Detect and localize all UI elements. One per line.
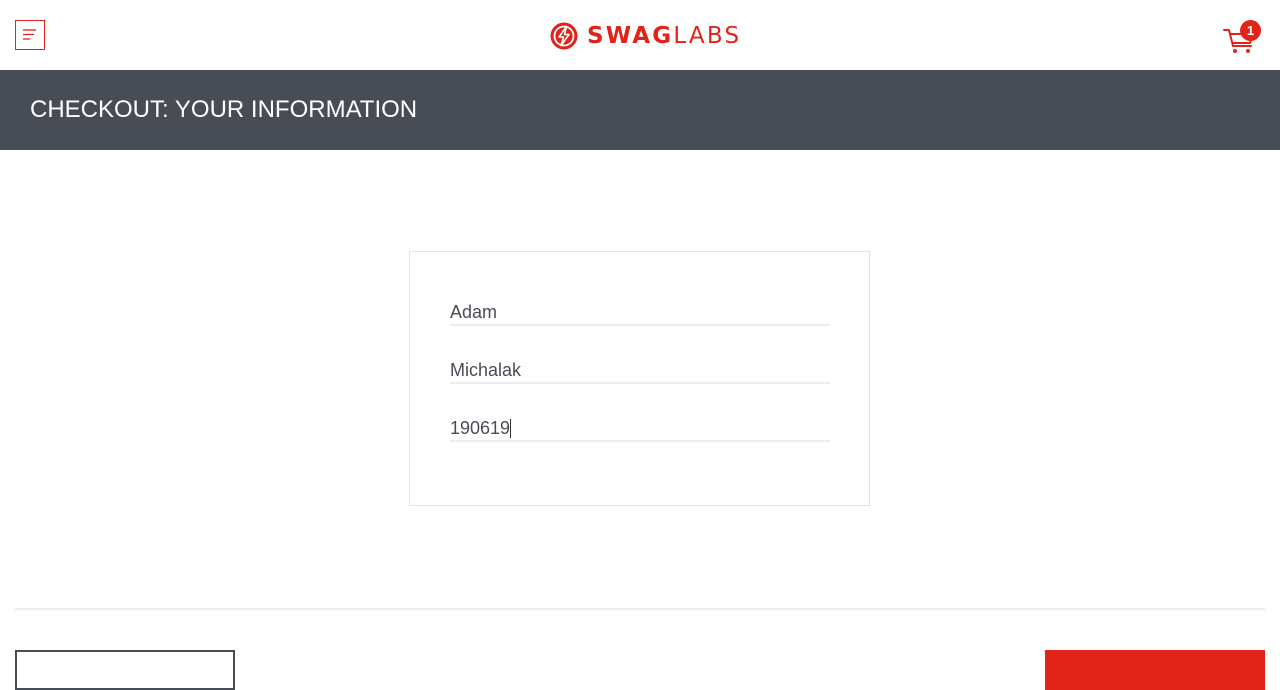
continue-button[interactable] — [1045, 650, 1265, 690]
app-header: SWAGLABS 1 — [0, 0, 1280, 70]
footer-divider — [15, 608, 1265, 610]
text-caret — [510, 419, 511, 438]
page-title: CHECKOUT: YOUR INFORMATION — [30, 96, 418, 123]
first-name-input[interactable] — [450, 300, 830, 326]
logo-text-light: LABS — [673, 23, 742, 49]
logo-text-strong: SWAG — [587, 23, 674, 49]
cart-badge[interactable]: 1 — [1240, 20, 1261, 41]
menu-icon — [23, 29, 36, 40]
cancel-button[interactable] — [15, 650, 235, 690]
menu-button[interactable] — [15, 20, 45, 50]
swag-labs-logo: SWAGLABS — [549, 20, 741, 52]
postal-code-input[interactable] — [450, 416, 830, 442]
logo-text: SWAGLABS — [587, 20, 741, 52]
last-name-input[interactable] — [450, 358, 830, 384]
secondary-header: CHECKOUT: YOUR INFORMATION — [0, 70, 1280, 150]
logo-mark-icon — [550, 22, 578, 50]
